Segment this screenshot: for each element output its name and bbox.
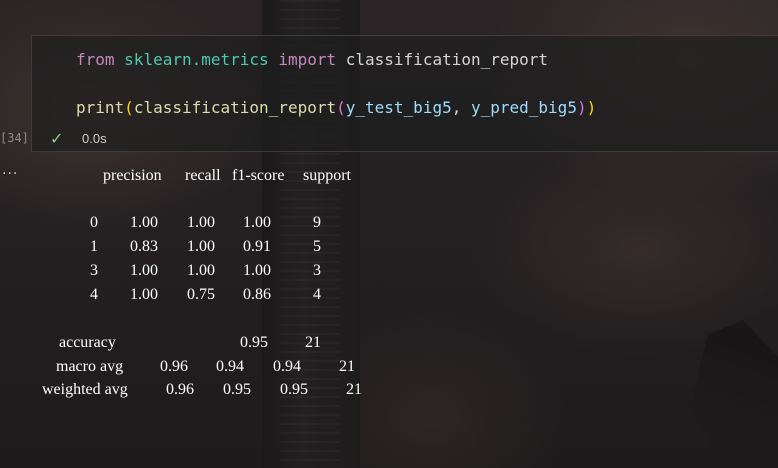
row-recall: 1.00 <box>187 214 215 231</box>
row-f1: 0.91 <box>243 238 271 255</box>
weighted-avg-precision: 0.96 <box>166 381 194 398</box>
macro-avg-f1: 0.94 <box>273 358 301 375</box>
row-support: 4 <box>313 286 321 303</box>
row-precision: 0.83 <box>130 238 158 255</box>
macro-avg-label: macro avg <box>56 358 124 375</box>
accuracy-support: 21 <box>305 334 321 351</box>
row-precision: 1.00 <box>130 214 158 231</box>
weighted-avg-f1: 0.95 <box>280 381 308 398</box>
header-f1-score: f1-score <box>232 167 285 184</box>
row-recall: 0.75 <box>187 286 215 303</box>
row-label: 0 <box>90 214 98 231</box>
accuracy-label: accuracy <box>59 334 116 351</box>
macro-avg-recall: 0.94 <box>216 358 244 375</box>
accuracy-f1: 0.95 <box>240 334 268 351</box>
row-recall: 1.00 <box>187 238 215 255</box>
row-support: 3 <box>313 262 321 279</box>
row-label: 1 <box>90 238 98 255</box>
row-precision: 1.00 <box>130 286 158 303</box>
row-f1: 1.00 <box>243 214 271 231</box>
weighted-avg-label: weighted avg <box>42 381 128 398</box>
row-support: 9 <box>313 214 321 231</box>
macro-avg-precision: 0.96 <box>160 358 188 375</box>
row-label: 4 <box>90 286 98 303</box>
row-label: 3 <box>90 262 98 279</box>
row-support: 5 <box>313 238 321 255</box>
header-recall: recall <box>185 167 221 184</box>
header-precision: precision <box>103 167 162 184</box>
macro-avg-support: 21 <box>339 358 355 375</box>
classification-report-output: precision recall f1-score support 0 1.00… <box>0 0 778 468</box>
row-f1: 0.86 <box>243 286 271 303</box>
row-f1: 1.00 <box>243 262 271 279</box>
row-precision: 1.00 <box>130 262 158 279</box>
header-support: support <box>303 167 351 184</box>
weighted-avg-recall: 0.95 <box>223 381 251 398</box>
weighted-avg-support: 21 <box>346 381 362 398</box>
row-recall: 1.00 <box>187 262 215 279</box>
